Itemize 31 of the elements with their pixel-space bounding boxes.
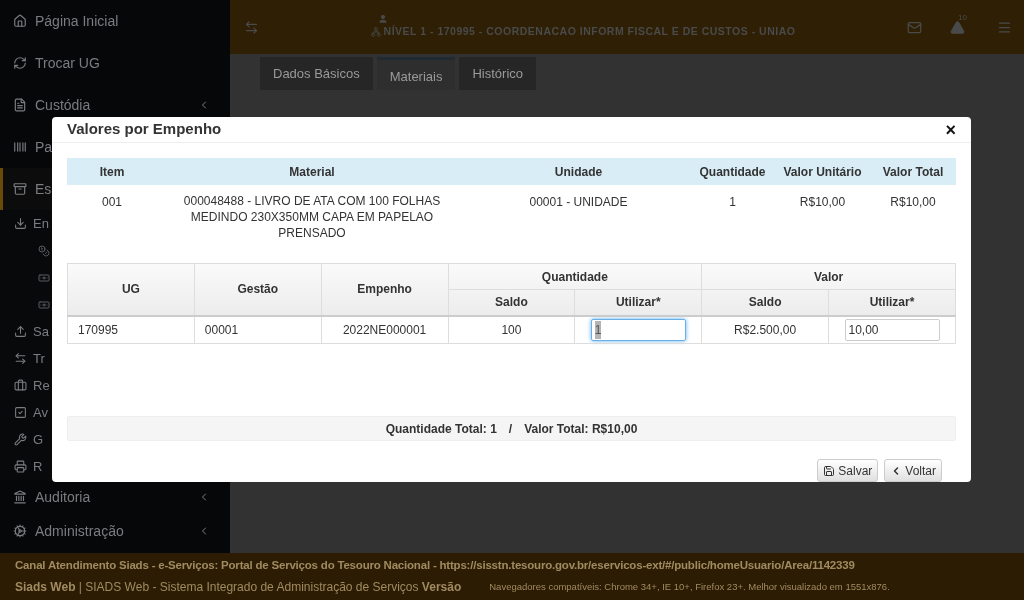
- column-header: UG: [67, 263, 195, 316]
- table-cell: 00001 - UNIDADE: [467, 185, 690, 249]
- browser-note: Navegadores compatíveis: Chrome 34+, IE 10+, Firefox 23+. Melhor visualizado em 1551x876.: [489, 580, 890, 595]
- column-header: Item: [67, 158, 157, 185]
- column-header: Quantidade: [690, 158, 775, 185]
- column-group-header: Quantidade: [448, 263, 702, 290]
- table-cell: 1: [690, 185, 775, 249]
- table-cell: 2022NE000001: [321, 315, 449, 344]
- column-header: Empenho: [321, 263, 449, 316]
- table-cell: R$10,00: [775, 185, 870, 249]
- footer-text: Siads Web | SIADS Web - Sistema Integrado de Administração de Serviços Versão: [15, 579, 462, 597]
- totals-text: Valor Total: R$10,00: [524, 420, 638, 438]
- totals-text: /: [508, 420, 513, 438]
- alert-count: 10: [958, 11, 967, 24]
- table-cell: 100: [448, 315, 575, 344]
- table-cell: 170995: [67, 315, 195, 344]
- table-cell: 000048488 - LIVRO DE ATA COM 100 FOLHAS MEDINDO 230X350MM CAPA EM PAPELAO PRENSADO: [157, 185, 467, 249]
- context-label: NÍVEL 1 - 170995 - COORDENACAO INFORM FISCAL E DE CUSTOS - UNIAO: [383, 24, 796, 40]
- table-cell: 00001: [194, 315, 322, 344]
- table-cell: R$2.500,00: [701, 315, 829, 344]
- column-header: Material: [157, 158, 467, 185]
- column-group-header: Valor: [701, 263, 956, 290]
- totals-text: Quantidade Total: 1: [385, 420, 497, 438]
- column-header: Gestão: [194, 263, 322, 316]
- table-cell: 001: [67, 185, 157, 249]
- column-header: Valor Total: [870, 158, 956, 185]
- table-cell: R$10,00: [870, 185, 956, 249]
- footer-text: Canal Atendimento Siads - e-Serviços: Portal de Serviços do Tesouro Nacional - https://sisstn.tesouro.gov.br/eservicos-ext/#/public/homeUsuario/Area/1142339: [15, 558, 856, 573]
- column-header: Unidade: [467, 158, 690, 185]
- modal-title: Valores por Empenho: [67, 119, 222, 140]
- column-header: Valor Unitário: [775, 158, 870, 185]
